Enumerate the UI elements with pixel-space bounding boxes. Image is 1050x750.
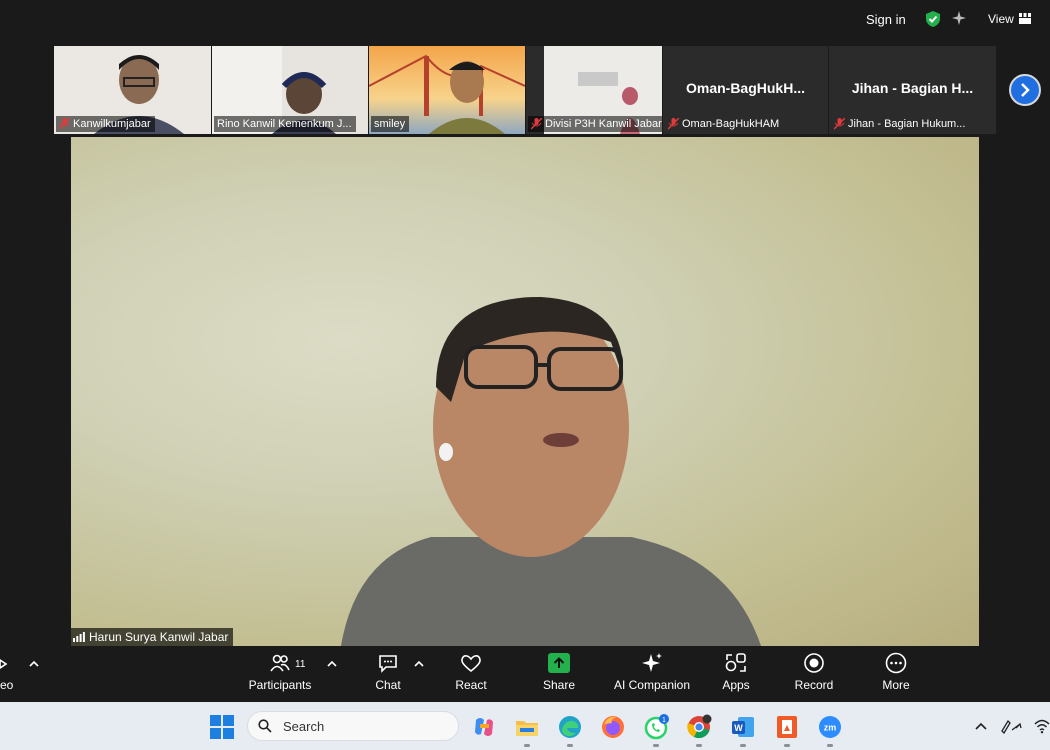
share-screen-icon (548, 653, 570, 673)
participant-name-label: Rino Kanwil Kemenkum J... (214, 116, 356, 132)
active-speaker-video[interactable]: Harun Surya Kanwil Jabar (71, 137, 979, 646)
video-thumbnail[interactable]: Divisi P3H Kanwil Jabar (526, 46, 662, 134)
record-icon (804, 653, 824, 673)
apps-button[interactable]: Apps (718, 652, 754, 692)
copilot-icon[interactable] (471, 714, 497, 740)
participant-name-label: Jihan - Bagian Hukum... (831, 116, 969, 132)
participant-thumbnail-strip: Kanwilkumjabar Rino Kanwil Kemenkum J...… (54, 46, 996, 134)
video-thumbnail[interactable]: smiley (369, 46, 525, 134)
windows-start-icon[interactable] (209, 714, 235, 740)
running-indicator (784, 744, 790, 747)
participant-name-label: Oman-BagHukHAM (665, 116, 783, 132)
edge-browser-icon[interactable] (557, 714, 583, 740)
participant-display-name: Oman-BagHukH... (685, 80, 805, 96)
whatsapp-icon[interactable]: 1 (643, 714, 669, 740)
running-indicator (740, 744, 746, 747)
running-indicator (567, 744, 573, 747)
svg-text:W: W (734, 723, 743, 733)
sign-in-link[interactable]: Sign in (866, 12, 906, 27)
shield-check-icon[interactable] (924, 10, 942, 28)
running-indicator (827, 744, 833, 747)
running-indicator (524, 744, 530, 747)
video-thumbnail[interactable]: Kanwilkumjabar (54, 46, 211, 134)
react-button[interactable]: React (452, 652, 490, 692)
chevron-up-icon[interactable] (975, 722, 987, 730)
participants-icon (270, 654, 290, 672)
next-page-button[interactable] (1009, 74, 1041, 106)
more-button[interactable]: More (878, 652, 914, 692)
sparkle-icon (642, 653, 662, 672)
chat-bubble-icon (379, 655, 397, 673)
ai-companion-button[interactable]: AI Companion (612, 652, 692, 692)
chevron-up-icon[interactable] (414, 660, 424, 668)
video-camera-icon (0, 659, 8, 669)
record-button[interactable]: Record (794, 652, 834, 692)
video-thumbnail[interactable]: Oman-BagHukH... Oman-BagHukHAM (663, 46, 828, 134)
chevron-up-icon[interactable] (327, 660, 337, 668)
zoom-app-icon[interactable]: zm (817, 714, 843, 740)
share-button[interactable]: Share (540, 652, 578, 692)
heart-icon (461, 655, 481, 673)
running-indicator (696, 744, 702, 747)
taskbar-search-box[interactable]: Search (247, 711, 459, 741)
video-thumbnail[interactable]: Rino Kanwil Kemenkum J... (212, 46, 368, 134)
participant-name-label: Divisi P3H Kanwil Jabar (528, 116, 662, 132)
mic-muted-icon (531, 118, 542, 130)
windows-taskbar: Search 1 W zm (0, 702, 1050, 750)
participant-name-label: Kanwilkumjabar (56, 116, 155, 132)
mic-muted-icon (59, 118, 70, 130)
participants-button[interactable]: Participants (246, 652, 314, 692)
chrome-icon[interactable] (686, 714, 712, 740)
pen-input-icon[interactable] (1000, 718, 1022, 734)
search-icon (258, 719, 272, 733)
mic-muted-icon (834, 118, 845, 130)
speaker-name-label: Harun Surya Kanwil Jabar (71, 628, 234, 646)
word-icon[interactable]: W (730, 714, 756, 740)
chevron-up-icon[interactable] (29, 660, 39, 668)
mic-muted-icon (668, 118, 679, 130)
svg-text:1: 1 (662, 717, 666, 724)
chevron-right-icon (1021, 83, 1030, 97)
running-indicator (653, 744, 659, 747)
zoom-title-bar: Sign in View (0, 0, 1050, 40)
meeting-controls-toolbar: eo Participants 11 Chat React Share AI C… (0, 646, 1050, 702)
signal-strength-icon (73, 632, 85, 642)
participant-display-name: Jihan - Bagian H... (851, 80, 974, 96)
video-thumbnail[interactable]: Jihan - Bagian H... Jihan - Bagian Hukum… (829, 46, 996, 134)
grid-view-icon[interactable] (1019, 13, 1031, 24)
more-options-icon (885, 652, 907, 674)
wifi-icon[interactable] (1034, 718, 1050, 734)
participant-name-label: smiley (371, 116, 410, 132)
speaker-video-image (341, 297, 761, 646)
file-explorer-icon[interactable] (514, 714, 540, 740)
start-video-button[interactable]: eo (0, 652, 20, 692)
sparkle-icon[interactable] (951, 10, 967, 26)
firefox-icon[interactable] (600, 714, 626, 740)
view-menu[interactable]: View (988, 12, 1014, 26)
svg-text:zm: zm (824, 723, 837, 733)
chat-button[interactable]: Chat (370, 652, 406, 692)
photos-app-icon[interactable] (774, 714, 800, 740)
participants-count: 11 (295, 659, 306, 670)
apps-icon (725, 653, 746, 672)
